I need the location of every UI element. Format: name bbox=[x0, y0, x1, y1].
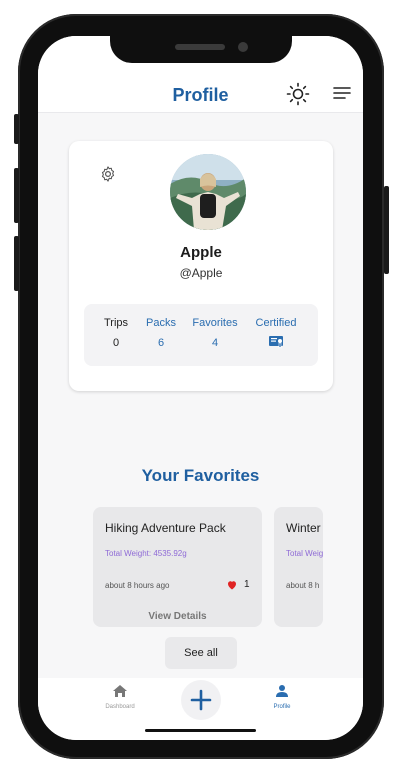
hamburger-menu-icon[interactable] bbox=[333, 86, 351, 100]
pack-updated-time: about 8 h bbox=[286, 581, 320, 590]
stat-value: 6 bbox=[157, 337, 165, 349]
pack-weight: Total Weight: 4535.92g bbox=[105, 549, 187, 558]
power-button bbox=[384, 186, 389, 274]
tab-label: Dashboard bbox=[105, 704, 135, 710]
favorite-card[interactable]: Hiking Adventure Pack Total Weight: 4535… bbox=[93, 507, 262, 627]
plus-icon bbox=[190, 689, 212, 711]
tab-label: Profile bbox=[273, 704, 291, 710]
mute-switch bbox=[14, 114, 19, 144]
pack-weight: Total Weig bbox=[286, 549, 323, 558]
profile-card: Apple @Apple Trips 0 Packs 6 Favorites 4… bbox=[69, 141, 333, 391]
profile-handle: @Apple bbox=[179, 266, 223, 280]
theme-toggle-sun-icon[interactable] bbox=[286, 82, 310, 106]
settings-gear-icon[interactable] bbox=[99, 165, 117, 183]
pack-name: Hiking Adventure Pack bbox=[105, 521, 226, 535]
pack-updated-time: about 8 hours ago bbox=[105, 581, 170, 590]
tab-profile[interactable]: Profile bbox=[262, 684, 302, 710]
stat-label: Certified bbox=[255, 317, 297, 329]
heart-icon[interactable] bbox=[226, 579, 238, 591]
view-details-button[interactable]: View Details bbox=[93, 611, 262, 622]
speaker-grille bbox=[175, 44, 225, 50]
stat-label: Favorites bbox=[192, 317, 238, 329]
like-count: 1 bbox=[244, 579, 250, 590]
stat-packs[interactable]: Packs 6 bbox=[131, 317, 191, 349]
home-indicator bbox=[145, 729, 256, 732]
profile-name: Apple bbox=[180, 244, 222, 261]
favorites-title: Your Favorites bbox=[141, 466, 260, 485]
front-camera bbox=[238, 42, 248, 52]
stat-certified[interactable]: Certified bbox=[246, 317, 306, 349]
profile-stats: Trips 0 Packs 6 Favorites 4 Certified bbox=[84, 304, 318, 366]
avatar[interactable] bbox=[170, 154, 246, 230]
favorite-card[interactable]: Winter Total Weig about 8 h bbox=[274, 507, 323, 627]
volume-down-button bbox=[14, 236, 19, 291]
add-button[interactable] bbox=[181, 680, 221, 720]
certificate-icon bbox=[269, 336, 283, 349]
app-screen: Profile Apple @Apple Trips 0 Packs 6 Fav… bbox=[38, 36, 363, 740]
see-all-button[interactable]: See all bbox=[165, 637, 237, 669]
stat-value: 4 bbox=[211, 337, 219, 349]
page-title: Profile bbox=[172, 85, 229, 105]
stat-favorites[interactable]: Favorites 4 bbox=[185, 317, 245, 349]
tab-dashboard[interactable]: Dashboard bbox=[100, 684, 140, 710]
volume-up-button bbox=[14, 168, 19, 223]
avatar-photo bbox=[170, 154, 246, 230]
pack-name: Winter bbox=[286, 521, 321, 535]
home-icon bbox=[113, 685, 127, 697]
stat-label: Packs bbox=[146, 317, 176, 329]
phone-notch bbox=[110, 36, 292, 63]
person-icon bbox=[276, 685, 288, 697]
